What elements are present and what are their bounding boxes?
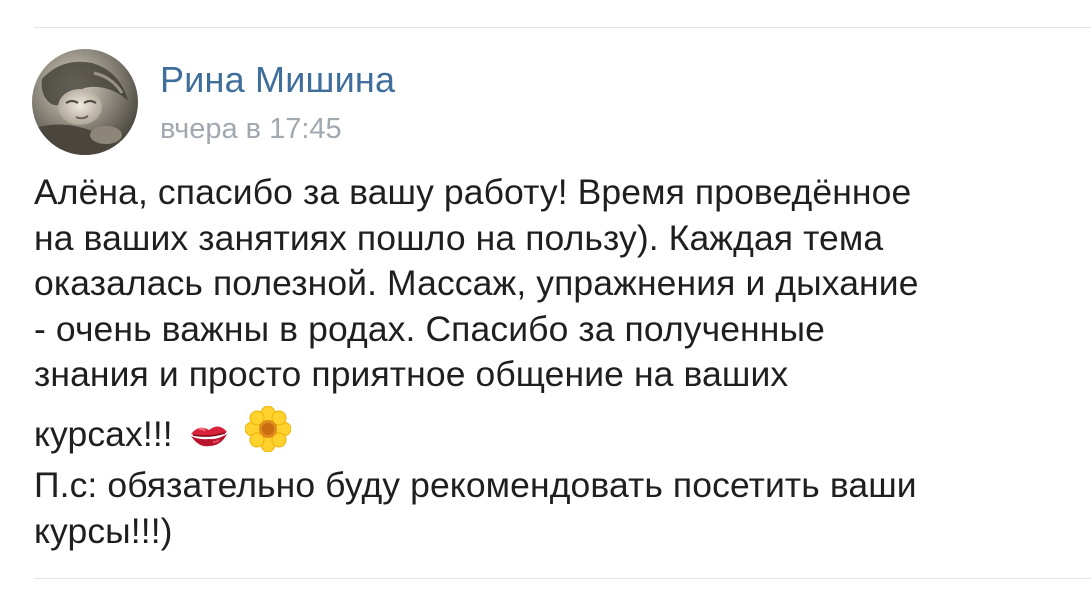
sunflower-icon [244, 405, 292, 464]
divider-top [34, 27, 1091, 28]
post-header: Рина Мишина вчера в 17:45 [32, 49, 395, 155]
post-text-line: Алёна, спасибо за вашу работу! Время про… [34, 172, 912, 212]
post-text-line: - очень важны в родах. Спасибо за получе… [34, 308, 825, 349]
post-timestamp[interactable]: вчера в 17:45 [160, 113, 395, 145]
divider-bottom [34, 578, 1091, 579]
post-text-line: оказалась полезной. Массаж, упражнения и… [34, 263, 919, 303]
avatar[interactable] [32, 49, 138, 155]
post-text-line: курсы!!!) [34, 510, 173, 551]
post-screen: Рина Мишина вчера в 17:45 Алёна, спасибо… [0, 0, 1091, 600]
post-text: Алёна, спасибо за вашу работу! Время про… [34, 170, 1079, 554]
previous-post-remnant [34, 0, 1074, 6]
post-text-line: на ваших занятиях пошло на пользу). Кажд… [34, 217, 884, 258]
post-text-line: П.с: обязательно буду рекомендовать посе… [34, 465, 917, 505]
kiss-mark-icon [187, 418, 231, 464]
post-text-line: знания и просто приятное общение на ваши… [34, 354, 789, 394]
avatar-photo-icon [32, 49, 138, 155]
author-name[interactable]: Рина Мишина [160, 59, 395, 101]
author-block: Рина Мишина вчера в 17:45 [160, 59, 395, 145]
post-text-line: курсах!!! [34, 413, 173, 454]
post-text-line-with-emoji: курсах!!! [34, 405, 1079, 464]
